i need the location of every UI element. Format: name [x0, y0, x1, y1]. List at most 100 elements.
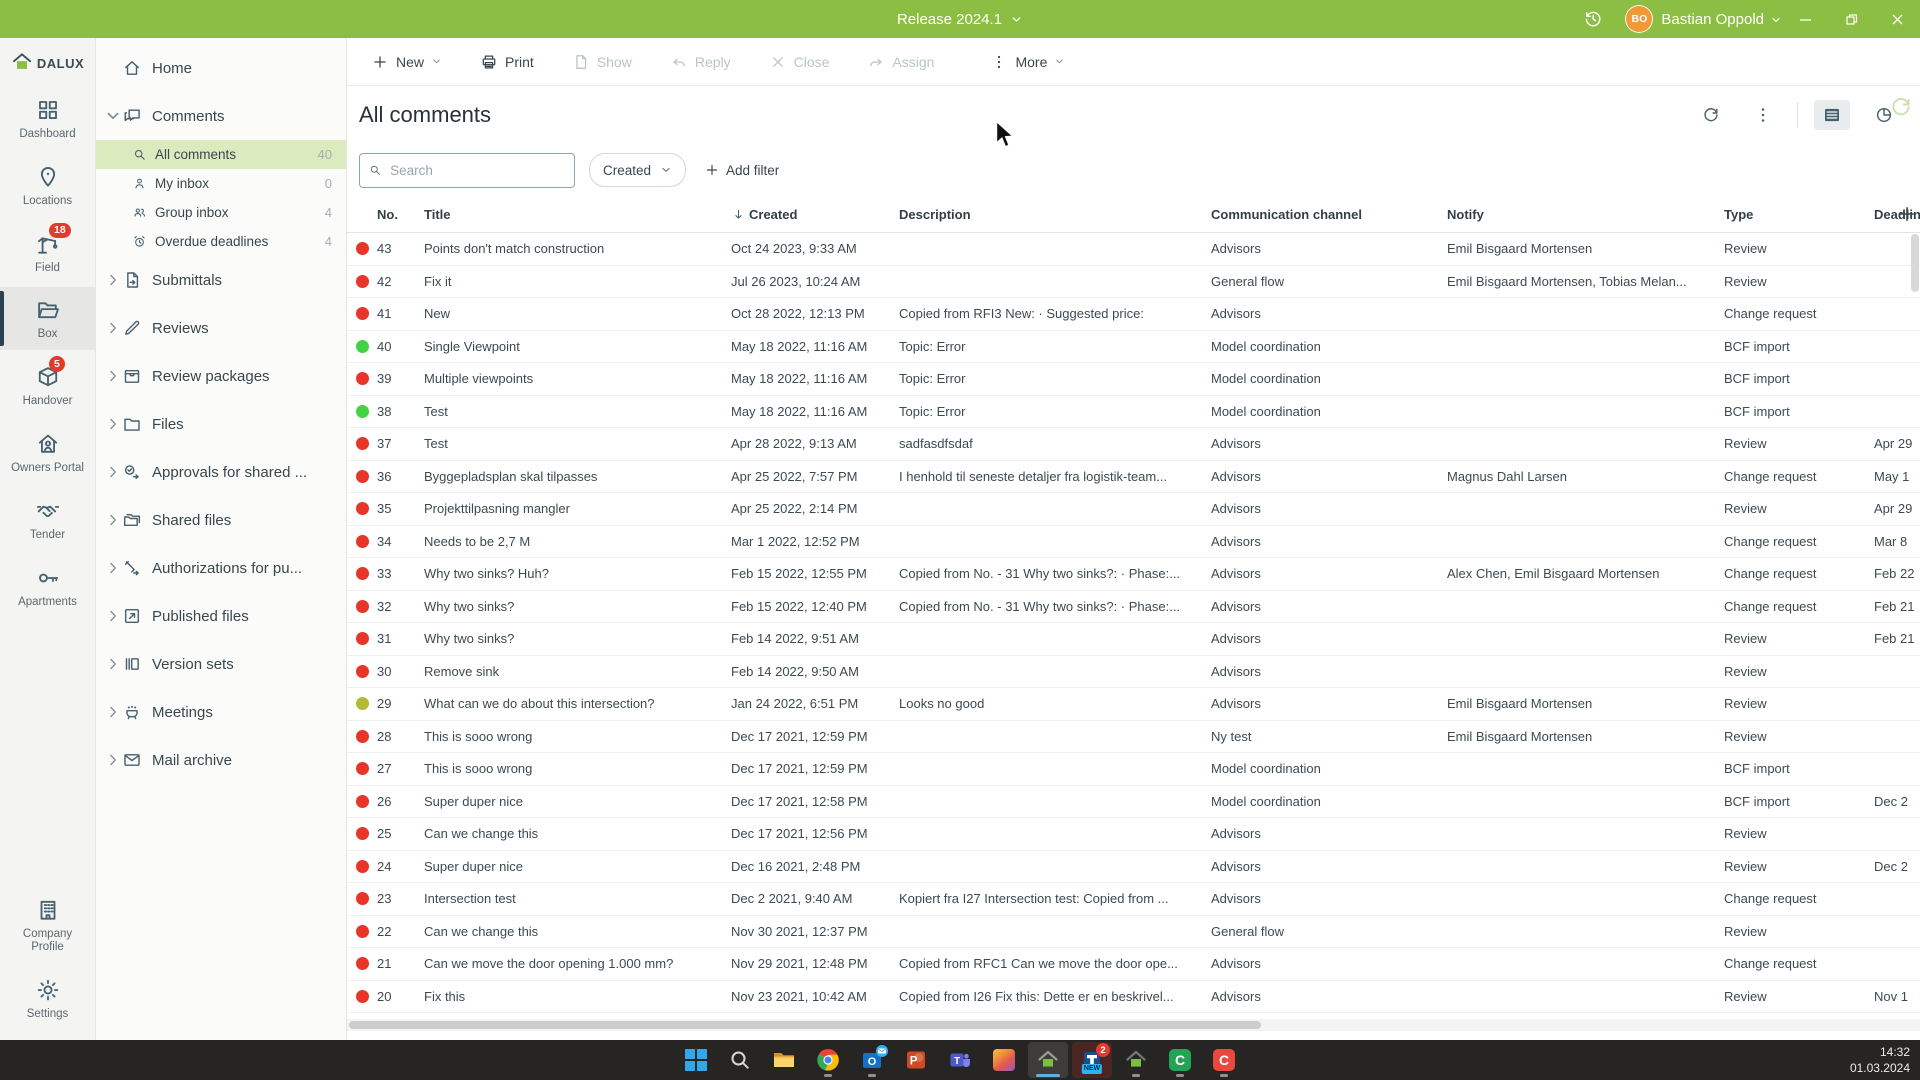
table-row[interactable]: 38TestMay 18 2022, 11:16 AMTopic: ErrorM…: [347, 396, 1920, 429]
rail-item-apartments[interactable]: Apartments: [0, 555, 95, 618]
history-icon[interactable]: [1583, 9, 1603, 29]
taskbar-chrome-icon[interactable]: [808, 1042, 848, 1078]
comment-type: Review: [1724, 989, 1874, 1004]
taskbar-windows-start-icon[interactable]: [676, 1042, 716, 1078]
column-header-title[interactable]: Title: [424, 207, 731, 222]
rail-item-box[interactable]: Box: [0, 287, 95, 350]
show-icon: [572, 53, 590, 71]
table-row[interactable]: 27This is sooo wrongDec 17 2021, 12:59 P…: [347, 753, 1920, 786]
table-row[interactable]: 25Can we change thisDec 17 2021, 12:56 P…: [347, 818, 1920, 851]
list-view-button[interactable]: [1814, 100, 1850, 130]
sidebar-item-authorizations-for-pu[interactable]: Authorizations for pu...: [96, 544, 346, 592]
column-header-channel[interactable]: Communication channel: [1211, 207, 1447, 222]
vertical-scrollbar[interactable]: [1911, 234, 1919, 1014]
add-column-button[interactable]: [1896, 203, 1918, 225]
restore-button[interactable]: [1828, 0, 1874, 38]
table-row[interactable]: 23Intersection testDec 2 2021, 9:40 AMKo…: [347, 883, 1920, 916]
sidebar-item-overdue-deadlines[interactable]: Overdue deadlines4: [96, 227, 346, 256]
table-row[interactable]: 24Super duper niceDec 16 2021, 2:48 PMAd…: [347, 851, 1920, 884]
avatar[interactable]: BO: [1625, 5, 1653, 33]
search-input[interactable]: [388, 162, 566, 179]
table-row[interactable]: 41NewOct 28 2022, 12:13 PMCopied from RF…: [347, 298, 1920, 331]
taskbar-outlook-icon[interactable]: O: [852, 1042, 892, 1078]
print-button[interactable]: Print: [480, 53, 534, 71]
search-box[interactable]: [359, 153, 575, 188]
taskbar-dalux-app-icon[interactable]: [1116, 1042, 1156, 1078]
column-header-type[interactable]: Type: [1724, 207, 1874, 222]
sidebar-item-label: Overdue deadlines: [155, 234, 325, 249]
column-header-notify[interactable]: Notify: [1447, 207, 1724, 222]
sidebar-item-all-comments[interactable]: All comments40: [96, 140, 346, 169]
project-switcher[interactable]: Release 2024.1: [897, 0, 1023, 38]
rail-item-handover[interactable]: 5Handover: [0, 354, 95, 417]
table-row[interactable]: 37TestApr 28 2022, 9:13 AMsadfasdfsdafAd…: [347, 428, 1920, 461]
taskbar-dalux-field-app-icon[interactable]: [984, 1042, 1024, 1078]
column-header-description[interactable]: Description: [899, 207, 1211, 222]
table-row[interactable]: 39Multiple viewpointsMay 18 2022, 11:16 …: [347, 363, 1920, 396]
new-button[interactable]: New: [371, 53, 442, 71]
sidebar-item-meetings[interactable]: Meetings: [96, 688, 346, 736]
sidebar-item-review-packages[interactable]: Review packages: [96, 352, 346, 400]
rail-item-tender[interactable]: Tender: [0, 488, 95, 551]
sidebar-item-approvals-for-shared[interactable]: Approvals for shared ...: [96, 448, 346, 496]
sidebar-item-group-inbox[interactable]: Group inbox4: [96, 198, 346, 227]
chevron-down-icon[interactable]: [1770, 13, 1782, 25]
rail-item-company-profile[interactable]: Company Profile: [0, 887, 95, 964]
titlebar: Release 2024.1 BO Bastian Oppold: [0, 0, 1920, 38]
sidebar-item-published-files[interactable]: Published files: [96, 592, 346, 640]
table-row[interactable]: 43Points don't match constructionOct 24 …: [347, 233, 1920, 266]
sidebar-item-submittals[interactable]: Submittals: [96, 256, 346, 304]
horizontal-scrollbar[interactable]: [347, 1019, 1920, 1031]
table-row[interactable]: 21Can we move the door opening 1.000 mm?…: [347, 948, 1920, 981]
user-name[interactable]: Bastian Oppold: [1661, 11, 1764, 28]
column-header-no[interactable]: No.: [377, 207, 424, 222]
horizontal-scrollbar-thumb[interactable]: [349, 1021, 1261, 1029]
rail-item-dashboard[interactable]: Dashboard: [0, 87, 95, 150]
table-row[interactable]: 32Why two sinks?Feb 15 2022, 12:40 PMCop…: [347, 591, 1920, 624]
close-button[interactable]: [1874, 0, 1920, 38]
table-row[interactable]: 33Why two sinks? Huh?Feb 15 2022, 12:55 …: [347, 558, 1920, 591]
table-row[interactable]: 28This is sooo wrongDec 17 2021, 12:59 P…: [347, 721, 1920, 754]
sidebar-item-my-inbox[interactable]: My inbox0: [96, 169, 346, 198]
sidebar-item-comments[interactable]: Comments: [96, 92, 346, 140]
minimize-button[interactable]: [1782, 0, 1828, 38]
sidebar-item-version-sets[interactable]: Version sets: [96, 640, 346, 688]
table-row[interactable]: 40Single ViewpointMay 18 2022, 11:16 AMT…: [347, 331, 1920, 364]
rail-item-owners-portal[interactable]: Owners Portal: [0, 421, 95, 484]
refresh-button[interactable]: [1693, 100, 1729, 130]
sidebar-item-files[interactable]: Files: [96, 400, 346, 448]
assign-button: Assign: [867, 53, 934, 71]
taskbar-search-icon[interactable]: [720, 1042, 760, 1078]
vertical-scrollbar-thumb[interactable]: [1911, 234, 1919, 292]
taskbar-clock[interactable]: 14:32 01.03.2024: [1850, 1044, 1910, 1076]
add-filter-button[interactable]: Add filter: [704, 162, 779, 178]
rail-item-locations[interactable]: Locations: [0, 154, 95, 217]
sidebar-item-home[interactable]: Home: [96, 44, 346, 92]
table-row[interactable]: 35Projekttilpasning manglerApr 25 2022, …: [347, 493, 1920, 526]
taskbar-camtasia-icon[interactable]: C: [1160, 1042, 1200, 1078]
table-row[interactable]: 30Remove sinkFeb 14 2022, 9:50 AMAdvisor…: [347, 656, 1920, 689]
rail-item-field[interactable]: 18Field: [0, 221, 95, 284]
sidebar-item-shared-files[interactable]: Shared files: [96, 496, 346, 544]
created-filter-dropdown[interactable]: Created: [589, 153, 686, 187]
table-row[interactable]: 42Fix itJul 26 2023, 10:24 AMGeneral flo…: [347, 266, 1920, 299]
taskbar-snagit-icon[interactable]: C: [1204, 1042, 1244, 1078]
taskbar-dalux-box-app-icon[interactable]: [1028, 1042, 1068, 1078]
table-row[interactable]: 36Byggepladsplan skal tilpassesApr 25 20…: [347, 461, 1920, 494]
table-row[interactable]: 34Needs to be 2,7 MMar 1 2022, 12:52 PMA…: [347, 526, 1920, 559]
taskbar-teams-icon[interactable]: T: [940, 1042, 980, 1078]
table-row[interactable]: 20Fix thisNov 23 2021, 10:42 AMCopied fr…: [347, 981, 1920, 1014]
taskbar-powerpoint-icon[interactable]: P: [896, 1042, 936, 1078]
table-row[interactable]: 26Super duper niceDec 17 2021, 12:58 PMM…: [347, 786, 1920, 819]
table-row[interactable]: 31Why two sinks?Feb 14 2022, 9:51 AMAdvi…: [347, 623, 1920, 656]
taskbar-file-explorer-icon[interactable]: [764, 1042, 804, 1078]
table-row[interactable]: 22Can we change thisNov 30 2021, 12:37 P…: [347, 916, 1920, 949]
column-header-created[interactable]: Created: [731, 207, 899, 222]
table-row[interactable]: 29What can we do about this intersection…: [347, 688, 1920, 721]
more-button[interactable]: More: [990, 53, 1065, 71]
rail-item-settings[interactable]: Settings: [0, 967, 95, 1030]
sidebar-item-reviews[interactable]: Reviews: [96, 304, 346, 352]
sidebar-item-mail-archive[interactable]: Mail archive: [96, 736, 346, 784]
taskbar-dalux-tbox-new-icon[interactable]: NEW2: [1072, 1042, 1112, 1078]
kebab-button[interactable]: [1745, 100, 1781, 130]
